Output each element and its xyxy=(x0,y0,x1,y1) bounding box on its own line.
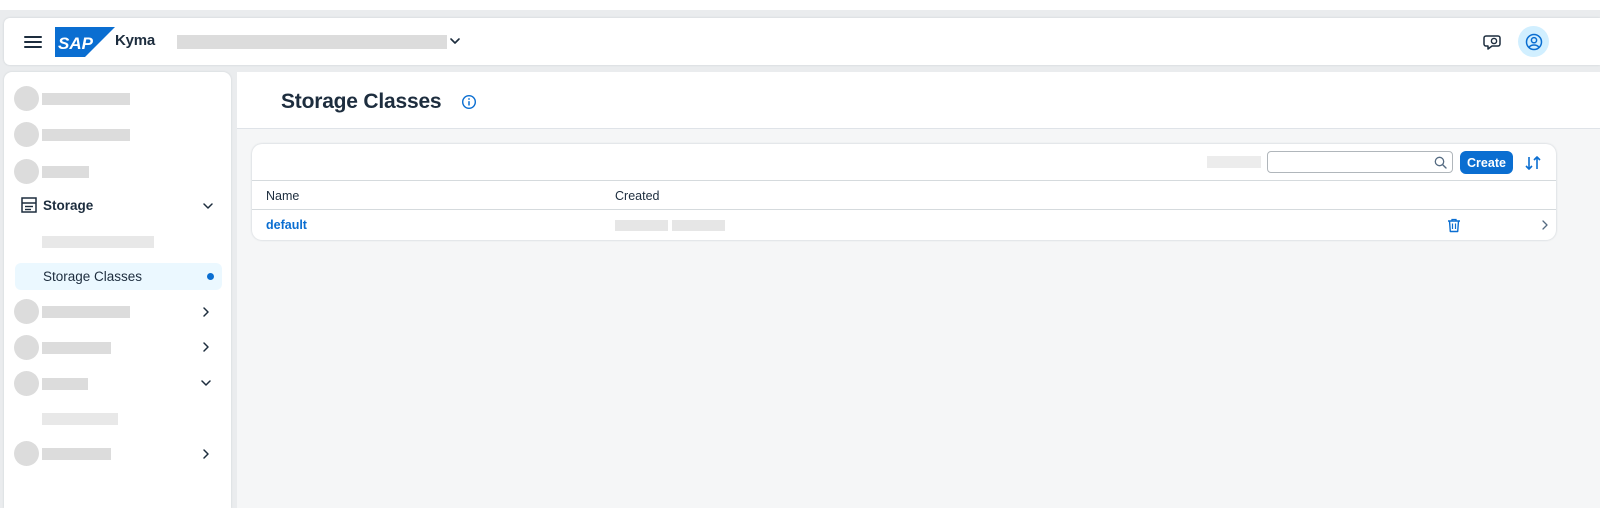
sort-icon[interactable] xyxy=(1523,153,1543,173)
chevron-down-icon[interactable] xyxy=(200,377,212,389)
nav-item-placeholder-label[interactable] xyxy=(42,448,111,460)
nav-item-placeholder-label[interactable] xyxy=(42,93,130,105)
nav-item-placeholder-icon xyxy=(14,299,39,324)
nav-item-placeholder-label[interactable] xyxy=(42,342,111,354)
bottom-edge xyxy=(0,508,1600,518)
menu-icon[interactable] xyxy=(22,33,44,51)
toolbar-placeholder xyxy=(1207,156,1261,168)
main-content: Storage Classes Create Name Created defa… xyxy=(237,72,1600,508)
page-title: Storage Classes xyxy=(281,90,442,113)
product-name: Kyma xyxy=(115,32,156,49)
namespace-selector-placeholder[interactable] xyxy=(177,35,447,49)
chevron-right-icon[interactable] xyxy=(200,306,212,318)
nav-subitem-storage-classes[interactable]: Storage Classes xyxy=(15,263,222,290)
table-row[interactable]: default xyxy=(252,211,1556,240)
created-placeholder xyxy=(672,220,725,231)
nav-subitem-placeholder[interactable] xyxy=(42,413,118,425)
sap-logo: SAP xyxy=(55,27,115,57)
nav-item-placeholder-label[interactable] xyxy=(42,378,88,390)
nav-subitem-label: Storage Classes xyxy=(43,269,143,284)
chevron-right-icon[interactable] xyxy=(200,448,212,460)
nav-item-placeholder-icon xyxy=(14,159,39,184)
nav-subitem-placeholder[interactable] xyxy=(42,236,154,248)
created-placeholder xyxy=(615,220,668,231)
feedback-icon[interactable] xyxy=(1481,31,1503,53)
page-header: Storage Classes xyxy=(237,72,1600,129)
shellbar: SAP Kyma xyxy=(4,18,1600,65)
chevron-down-icon xyxy=(203,203,213,209)
column-header-name[interactable]: Name xyxy=(266,189,299,203)
chevron-right-icon[interactable] xyxy=(1539,219,1551,231)
nav-item-placeholder-icon xyxy=(14,122,39,147)
nav-group-storage[interactable]: Storage xyxy=(16,193,222,219)
storage-classes-table: Create Name Created default xyxy=(252,144,1556,240)
nav-item-placeholder-icon xyxy=(14,335,39,360)
side-navigation: Storage Storage Classes xyxy=(4,72,231,508)
storage-class-name-link[interactable]: default xyxy=(266,218,307,232)
search-field[interactable] xyxy=(1267,151,1453,173)
column-header-created[interactable]: Created xyxy=(615,189,659,203)
user-icon xyxy=(1525,33,1542,50)
search-input[interactable] xyxy=(1274,155,1424,170)
create-button[interactable]: Create xyxy=(1460,151,1513,174)
storage-icon xyxy=(21,197,37,213)
chevron-down-icon[interactable] xyxy=(448,34,462,48)
info-icon[interactable] xyxy=(461,94,477,110)
nav-item-placeholder-icon xyxy=(14,371,39,396)
table-header: Name Created xyxy=(252,182,1556,210)
table-toolbar: Create xyxy=(252,144,1556,181)
chevron-right-icon[interactable] xyxy=(200,341,212,353)
nav-item-placeholder-icon xyxy=(14,441,39,466)
search-icon[interactable] xyxy=(1434,156,1447,169)
nav-item-placeholder-label[interactable] xyxy=(42,166,89,178)
user-avatar[interactable] xyxy=(1518,26,1549,57)
nav-group-label: Storage xyxy=(43,198,94,213)
svg-text:SAP: SAP xyxy=(58,34,94,53)
top-gap xyxy=(0,0,1600,10)
delete-icon[interactable] xyxy=(1447,218,1461,233)
active-indicator xyxy=(207,273,214,280)
nav-item-placeholder-label[interactable] xyxy=(42,129,130,141)
nav-item-placeholder-icon xyxy=(14,86,39,111)
nav-item-placeholder-label[interactable] xyxy=(42,306,130,318)
